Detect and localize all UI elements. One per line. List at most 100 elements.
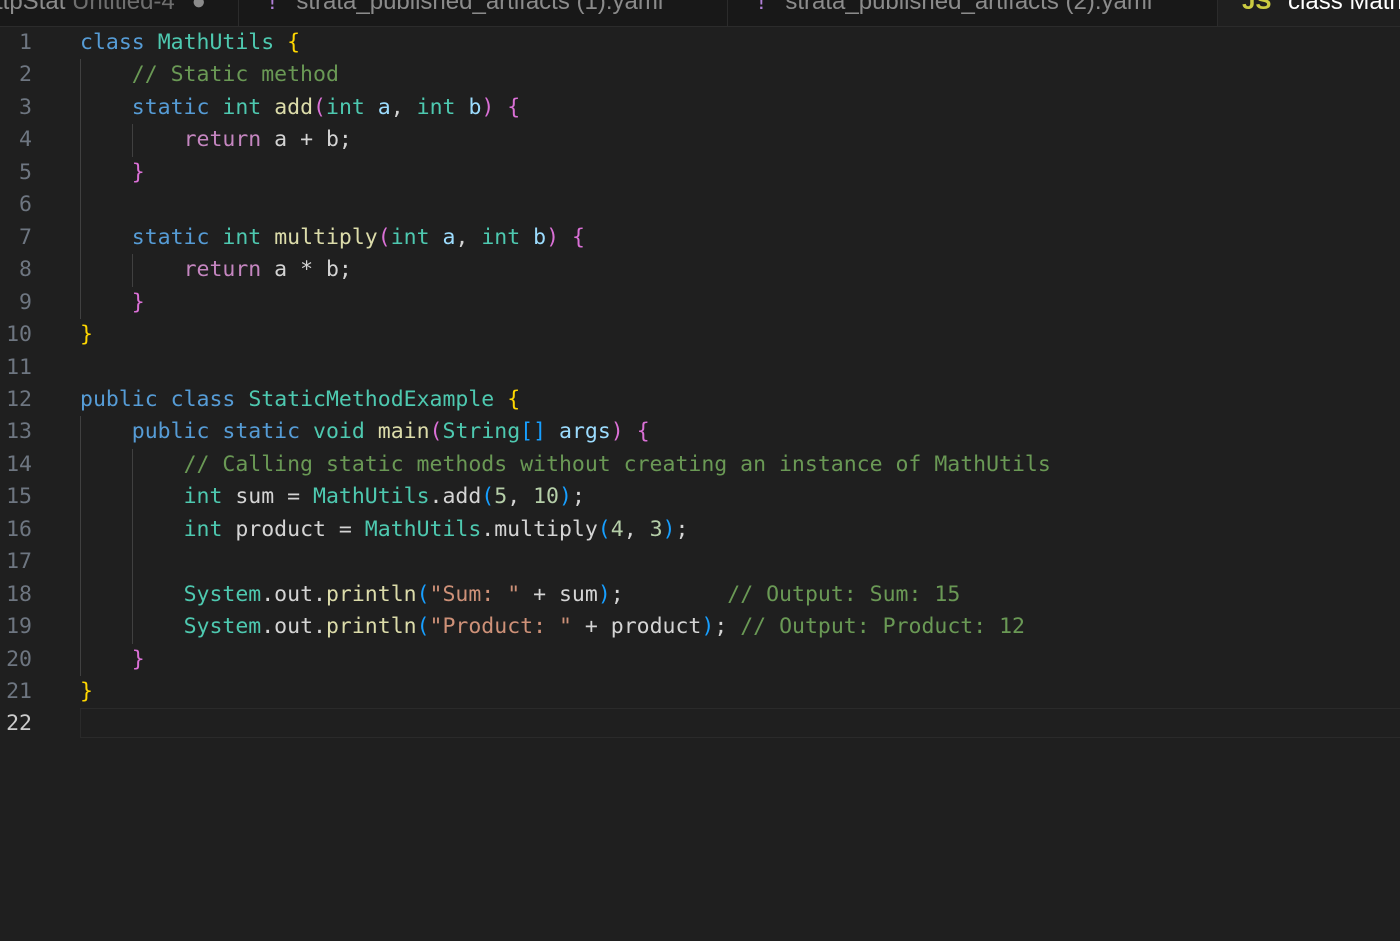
code-token: int [183,484,223,510]
code-token: } [80,322,93,348]
tab-label: class MathUtils [1288,0,1400,15]
line-number: 14 [6,451,32,477]
code-line[interactable]: 16 int product = MathUtils.multiply(4, 3… [0,514,1400,546]
line-number: 3 [19,94,32,120]
code-token: b [468,94,482,120]
code-line[interactable]: 11 [0,352,1400,384]
code-token: a + b; [261,127,352,153]
code-token: ) [701,614,715,640]
code-token: main [377,419,430,445]
tab-strata-artifacts-2[interactable]: ! strata_published_artifacts (2).yaml [728,0,1218,26]
code-line[interactable]: 17 [0,546,1400,578]
indent-guide [80,416,81,676]
code-token: ( [377,224,391,250]
code-line[interactable]: 6 [0,189,1400,221]
code-line[interactable]: 2 // Static method [0,59,1400,91]
code-line[interactable]: 22 [0,708,1400,740]
code-token: class [170,386,236,412]
line-number: 1 [19,30,32,55]
unsaved-dot-icon[interactable]: ● [191,0,206,15]
code-token: void [313,419,365,445]
code-token: a * b; [261,257,352,283]
code-token: int [481,224,521,250]
line-number: 5 [19,159,32,185]
yaml-file-icon: ! [269,0,276,15]
indent-guide [132,124,133,157]
code-line[interactable]: 12 public class StaticMethodExample { [0,384,1400,416]
tab-strata-artifacts-1[interactable]: ! strata_published_artifacts (1).yaml [239,0,728,26]
code-line[interactable]: 1 class MathUtils { [0,27,1400,59]
code-line[interactable]: 9 } [0,287,1400,319]
code-token: // Output: Product: 12 [740,614,1026,640]
yaml-file-icon: ! [758,0,765,15]
code-token: product = [222,516,365,542]
code-token: String [442,419,521,445]
code-text: System.out.println("Sum: " + sum); // Ou… [80,579,961,611]
tab-untitled-4[interactable]: ttpStat Untitled-4 ● [0,0,239,26]
code-line[interactable]: 10} [0,319,1400,351]
code-text: public class StaticMethodExample { [80,384,520,416]
tab-label: strata_published_artifacts (1).yaml [296,0,664,15]
code-token: return [183,257,262,283]
code-line[interactable]: 3 static int add(int a, int b) { [0,92,1400,124]
code-token: { [636,419,650,445]
line-number: 22 [6,711,32,737]
code-token: .out. [261,581,326,607]
indent-guide [132,448,133,644]
code-text: } [80,319,93,351]
tab-description: Untitled-4 [72,0,175,15]
code-token: StaticMethodExample [248,386,495,412]
code-token: int [416,94,456,120]
code-token: MathUtils [364,516,482,542]
code-line[interactable]: 13 public static void main(String[] args… [0,416,1400,448]
code-line[interactable]: 8 return a * b; [0,254,1400,286]
code-token: 4 [610,516,624,542]
code-token: MathUtils [157,30,275,55]
line-number: 16 [6,516,32,542]
indent-guide [80,59,81,320]
code-text: } [80,287,145,319]
code-token: class [80,30,145,55]
code-line[interactable]: 19 System.out.println("Product: " + prod… [0,611,1400,643]
code-line[interactable]: 15 int sum = MathUtils.add(5, 10); [0,481,1400,513]
code-token: + sum [520,581,598,607]
code-text: } [80,157,145,189]
code-line[interactable]: 21} [0,676,1400,708]
code-text: System.out.println("Product: " + product… [80,611,1025,643]
code-text: static int multiply(int a, int b) { [80,222,585,254]
code-line[interactable]: 18 System.out.println("Sum: " + sum); //… [0,579,1400,611]
code-token: int [222,94,262,120]
code-line[interactable]: 5 } [0,157,1400,189]
code-token: .multiply [481,516,598,542]
code-token: ( [416,581,430,607]
code-line[interactable]: 14 // Calling static methods without cre… [0,449,1400,481]
code-token: "Product: " [429,614,572,640]
code-token: { [287,30,301,55]
code-token: // Calling static methods without creati… [183,451,1051,477]
code-line[interactable]: 7 static int multiply(int a, int b) { [0,222,1400,254]
line-number: 18 [6,581,32,607]
code-text: static int add(int a, int b) { [80,92,520,124]
code-token: System [183,614,262,640]
code-token: [] [520,419,547,445]
code-token: return [183,127,262,153]
line-number: 8 [19,257,32,283]
code-line[interactable]: 4 return a + b; [0,124,1400,156]
code-text: // Calling static methods without creati… [80,449,1051,481]
code-line[interactable]: 20 } [0,644,1400,676]
line-number: 20 [6,646,32,672]
code-token: + product [571,614,702,640]
code-token: println [325,614,417,640]
tab-class-mathutils[interactable]: JS class MathUtils [1218,0,1400,26]
code-token: ) [597,581,611,607]
line-number: 15 [6,484,32,510]
code-token: { [572,224,585,250]
